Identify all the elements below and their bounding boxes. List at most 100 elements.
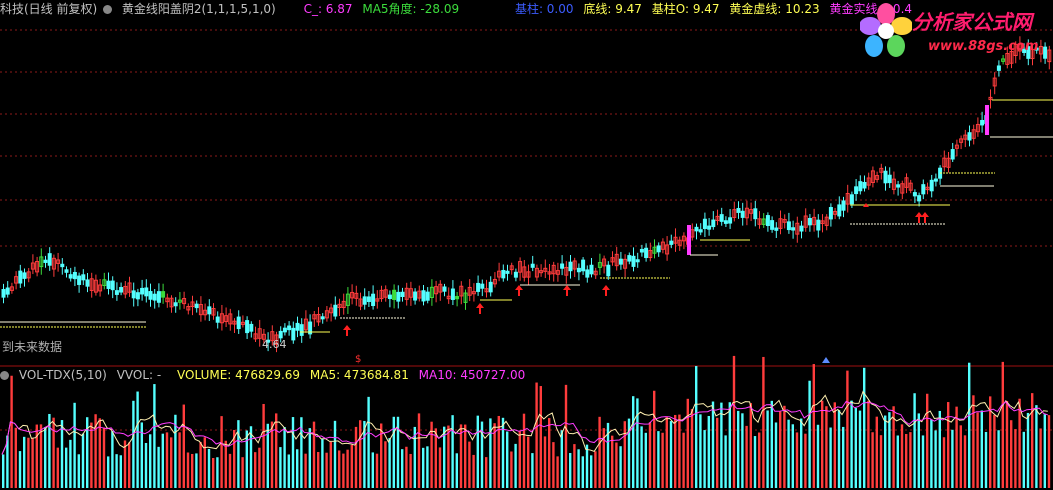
volume-bar (737, 410, 740, 488)
volume-bar (56, 447, 59, 488)
volume-bar (2, 454, 5, 488)
volume-bar (287, 454, 290, 488)
candle-body (152, 293, 157, 301)
volume-bar (371, 452, 374, 488)
volume-bar (795, 432, 799, 488)
volume-bar (472, 454, 475, 488)
volume-bar (1018, 398, 1021, 488)
volume-bar (367, 396, 370, 488)
volume-bar (10, 375, 13, 488)
candle-body (719, 214, 724, 222)
vvol-value: VVOL: - (116, 368, 162, 382)
volume-bar (23, 436, 26, 488)
low-price-label: 4.64 (262, 338, 287, 351)
volume-bar (564, 384, 568, 488)
volume-bar (829, 427, 832, 488)
volume-bar (791, 424, 794, 488)
candle-body (81, 274, 86, 281)
volume-bar (703, 430, 706, 488)
volume-bar (136, 391, 139, 488)
candle-body (799, 225, 804, 232)
volume-bar (590, 455, 593, 488)
flower-logo-icon (860, 3, 912, 57)
logo-title: 分析家公式网 (912, 10, 1032, 34)
volume-bar (422, 447, 425, 488)
volume-bar (476, 415, 479, 488)
candle-body (702, 218, 707, 229)
volume-bar (762, 356, 765, 488)
volume-bar (434, 428, 437, 488)
candle-body (5, 287, 10, 295)
candle-body (249, 323, 254, 332)
candle-body (295, 322, 300, 331)
volume-bar (753, 436, 757, 488)
volume-bar (220, 416, 223, 488)
volume-bar (552, 442, 555, 488)
volume-bar (640, 426, 643, 488)
candle-body (828, 207, 833, 220)
candle-body (366, 296, 371, 303)
buy-arrow-icon (602, 285, 610, 296)
volume-bar (1026, 412, 1030, 488)
volume-bar (783, 405, 786, 488)
volume-bar (27, 437, 30, 488)
highlight-candle (985, 105, 989, 135)
volume-bar (81, 433, 85, 488)
volume-bar (1035, 405, 1038, 488)
buy-arrow-icon (563, 285, 571, 296)
volume-bar (686, 398, 689, 488)
candle-body (786, 221, 791, 231)
volume-bar (657, 431, 660, 488)
volume-bar (556, 456, 559, 488)
volume-bar (833, 402, 836, 488)
volume-bar (317, 451, 320, 488)
volume-ma10: MA10: 450727.00 (418, 368, 526, 382)
candle-body (156, 291, 161, 303)
candle-body (841, 200, 846, 211)
volume-bar (312, 421, 316, 488)
volume-bar (854, 408, 857, 488)
volume-indicator[interactable]: VOL-TDX(5,10) (19, 368, 107, 382)
buy-arrow-icon (515, 285, 523, 296)
indicator-name[interactable]: 黄金线阳盖阴2(1,1,1,5,1,0) (122, 2, 276, 16)
volume-bar (577, 449, 580, 488)
volume-bar (384, 441, 387, 488)
candle-body (606, 264, 611, 277)
volume-bar (178, 432, 181, 488)
volume-bar (144, 442, 148, 488)
candle-body (644, 247, 649, 259)
volume-bar (245, 430, 248, 488)
buy-arrow-icon (915, 212, 923, 223)
volume-settings-dot-icon[interactable] (0, 371, 9, 380)
volume-bar (997, 430, 1000, 488)
candle-body (371, 293, 376, 307)
volume-bar (254, 452, 257, 488)
volume-bar (132, 400, 135, 488)
volume-bar (199, 441, 202, 488)
candle-body (770, 220, 775, 230)
volume-bar (388, 438, 391, 488)
volume-bar (527, 436, 530, 488)
volume-bar (325, 452, 328, 488)
volume-bar (207, 448, 211, 488)
candle-body (967, 132, 972, 141)
volume-bar (182, 404, 185, 488)
volume-bar (119, 455, 122, 488)
volume-bar (417, 413, 421, 488)
candle-body (362, 296, 367, 305)
volume-bar (695, 366, 698, 488)
volume-bar (392, 416, 395, 488)
volume-bar (758, 432, 761, 488)
volume-bar (804, 433, 807, 488)
stock-title[interactable]: 科技(日线 前复权) (0, 2, 97, 16)
settings-dot-icon[interactable] (103, 5, 113, 14)
volume-bar (212, 457, 215, 488)
volume-bar (573, 444, 576, 488)
candle-body (635, 259, 640, 263)
base-col: 基柱: 0.00 (514, 2, 574, 16)
site-logo: 分析家公式网 www.88gs.com (858, 2, 1053, 64)
candle-body (530, 263, 535, 268)
volume-bar (569, 453, 572, 488)
volume-bar (262, 403, 265, 488)
kline-chart[interactable]: $ (0, 0, 1053, 490)
